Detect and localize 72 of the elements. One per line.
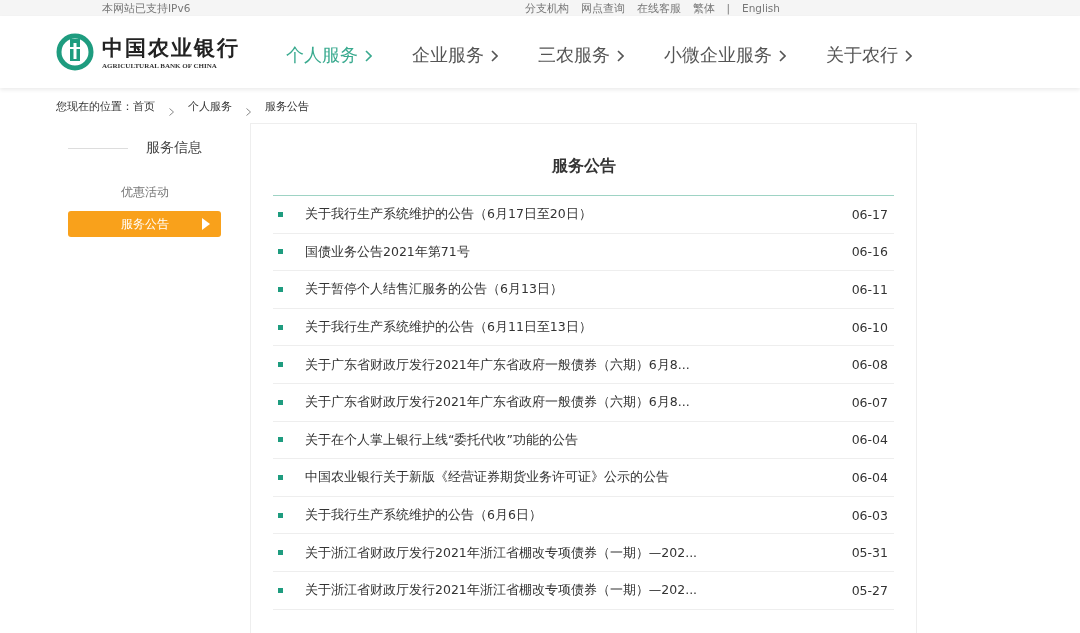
breadcrumb-link[interactable]: 个人服务 <box>188 101 232 123</box>
chevron-icon <box>779 50 786 62</box>
bullet-icon <box>278 437 283 443</box>
bullet-icon <box>278 474 283 480</box>
notice-title: 关于我行生产系统维护的公告（6月17日至20日） <box>305 208 592 221</box>
notice-date: 06-16 <box>851 244 888 260</box>
notice-row[interactable]: 关于我行生产系统维护的公告（6月11日至13日） 06-10 <box>273 308 894 347</box>
notice-row[interactable]: 关于我行生产系统维护的公告（6月6日） 06-03 <box>273 496 894 535</box>
bullet-icon <box>278 324 283 330</box>
breadcrumb-link[interactable]: 首页 <box>133 101 155 123</box>
bullet-icon <box>278 362 283 368</box>
breadcrumb-link[interactable]: 服务公告 <box>265 101 309 123</box>
notice-date: 06-04 <box>851 432 888 448</box>
bullet-icon <box>278 249 283 255</box>
bullet-icon <box>278 287 283 292</box>
notice-title: 关于浙江省财政厅发行2021年浙江省棚改专项债券（一期）—202... <box>305 584 698 597</box>
notice-row[interactable]: 关于浙江省财政厅发行2021年浙江省棚改专项债券（一期）—202... 05-27 <box>273 571 894 610</box>
panel-title: 服务公告 <box>273 124 894 196</box>
notice-date: 06-11 <box>851 282 888 297</box>
notice-date: 05-31 <box>851 545 888 561</box>
notice-row[interactable]: 国债业务公告2021年第71号 06-16 <box>273 233 894 272</box>
notice-title: 关于浙江省财政厅发行2021年浙江省棚改专项债券（一期）—202... <box>305 546 698 559</box>
notice-date: 05-27 <box>851 582 888 598</box>
top-link[interactable]: 在线客服 <box>636 2 681 14</box>
bullet-icon <box>278 512 283 518</box>
breadcrumb-prefix: 您现在的位置： <box>56 101 133 115</box>
bullet-icon <box>278 399 283 405</box>
bullet-icon <box>278 550 283 556</box>
ipv6-notice: 本网站已支持IPv6 <box>102 2 191 14</box>
bullet-icon <box>278 587 283 593</box>
notice-title: 国债业务公告2021年第71号 <box>305 245 470 258</box>
notice-row[interactable]: 关于我行生产系统维护的公告（6月17日至20日） 06-17 <box>273 196 894 234</box>
notice-date: 06-04 <box>851 469 888 485</box>
bullet-icon <box>278 211 283 217</box>
notice-date: 06-17 <box>851 206 888 222</box>
chevron-icon <box>365 50 372 62</box>
sidebar-title: 服务信息 <box>146 139 202 157</box>
notice-row[interactable]: 关于在个人掌上银行上线“委托代收”功能的公告 06-04 <box>273 421 894 460</box>
top-link[interactable]: 分支机构 <box>524 2 569 14</box>
notice-row[interactable]: 关于广东省财政厅发行2021年广东省政府一般债券（六期）6月8... 06-07 <box>273 383 894 422</box>
chevron-icon <box>491 50 498 62</box>
notice-title: 关于我行生产系统维护的公告（6月11日至13日） <box>305 321 592 334</box>
notice-title: 中国农业银行关于新版《经营证券期货业务许可证》公示的公告 <box>305 471 669 484</box>
nav-item[interactable]: 小微企业服务 <box>664 43 786 67</box>
top-link[interactable]: 繁体 <box>692 2 715 14</box>
notice-row[interactable]: 中国农业银行关于新版《经营证券期货业务许可证》公示的公告 06-04 <box>273 459 894 497</box>
chevron-icon <box>617 50 624 62</box>
notice-title: 关于广东省财政厅发行2021年广东省政府一般债券（六期）6月8... <box>305 358 690 371</box>
notice-row[interactable]: 关于广东省财政厅发行2021年广东省政府一般债券（六期）6月8... 06-08 <box>273 346 894 384</box>
notice-title: 关于在个人掌上银行上线“委托代收”功能的公告 <box>305 433 578 446</box>
notice-title: 关于暂停个人结售汇服务的公告（6月13日） <box>305 283 563 296</box>
top-link[interactable]: 网点查询 <box>580 2 625 14</box>
breadcrumb-separator-icon <box>169 108 174 116</box>
top-link[interactable]: | <box>726 2 731 14</box>
nav-item[interactable]: 关于农行 <box>826 43 912 67</box>
notice-date: 06-07 <box>851 394 888 410</box>
top-link[interactable]: English <box>742 2 780 14</box>
notice-title: 关于广东省财政厅发行2021年广东省政府一般债券（六期）6月8... <box>305 396 690 409</box>
chevron-icon <box>905 50 912 62</box>
notice-date: 06-08 <box>851 357 888 373</box>
breadcrumb-separator-icon <box>246 108 251 116</box>
notice-row[interactable]: 关于暂停个人结售汇服务的公告（6月13日） 06-11 <box>273 271 894 309</box>
notice-row[interactable]: 关于浙江省财政厅发行2021年浙江省棚改专项债券（一期）—202... 05-31 <box>273 534 894 572</box>
nav-item[interactable]: 企业服务 <box>412 43 498 67</box>
bank-name: 中国农业银行 <box>102 34 240 62</box>
notice-date: 06-10 <box>851 319 888 335</box>
notice-title: 关于我行生产系统维护的公告（6月6日） <box>305 509 542 522</box>
triangle-icon <box>202 218 210 230</box>
sidebar-item[interactable]: 优惠活动 <box>68 179 221 205</box>
logo-icon <box>56 33 94 71</box>
notice-date: 06-03 <box>851 507 888 523</box>
nav-item[interactable]: 三农服务 <box>538 43 624 67</box>
